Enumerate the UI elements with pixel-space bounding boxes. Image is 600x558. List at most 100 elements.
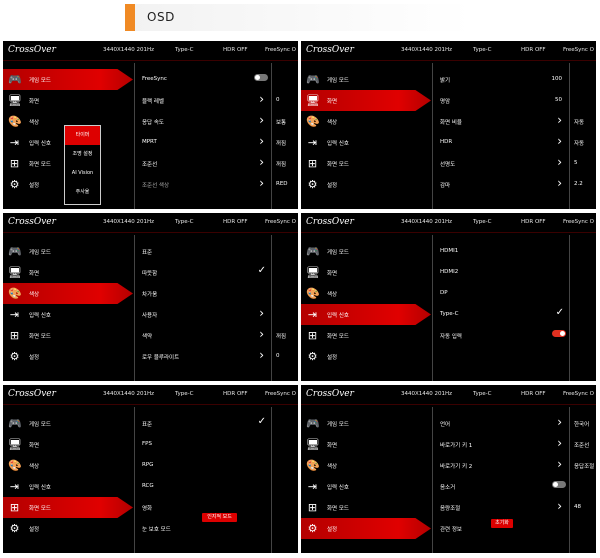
submenu-item[interactable]: 언어 › bbox=[434, 413, 584, 434]
submenu-item[interactable]: FreeSync bbox=[136, 69, 286, 90]
submenu-item[interactable]: 화면 비율 › bbox=[434, 111, 584, 132]
grid-icon: ⊞ bbox=[9, 157, 20, 170]
toggle-switch[interactable] bbox=[552, 330, 566, 337]
submenu-item[interactable]: 색약 › bbox=[136, 325, 286, 346]
submenu-item[interactable]: Type-C ✓ bbox=[434, 304, 584, 325]
submenu-item[interactable]: DP bbox=[434, 283, 584, 304]
submenu-item[interactable]: 밝기 100 bbox=[434, 69, 584, 90]
sidebar-item[interactable]: 🎨 색상 bbox=[301, 111, 431, 132]
submenu-item[interactable]: 사용자 › bbox=[136, 304, 286, 325]
sidebar-item[interactable]: 🖥 화면 bbox=[301, 90, 431, 111]
submenu-item-label: FPS bbox=[142, 441, 152, 447]
submenu-item[interactable]: 표준 ✓ bbox=[136, 413, 286, 434]
sidebar-item[interactable]: ⚙ 설정 bbox=[301, 346, 431, 367]
sidebar-item[interactable]: 🎮 게임 모드 bbox=[301, 241, 431, 262]
sidebar-item[interactable]: 🖥 화면 bbox=[3, 434, 133, 455]
gamepad-icon: 🎮 bbox=[8, 245, 22, 258]
submenu-item-label: 따뜻함 bbox=[142, 271, 158, 277]
sidebar-item[interactable]: 🎨 색상 bbox=[3, 283, 133, 304]
sidebar-item[interactable]: 🖥 화면 bbox=[3, 262, 133, 283]
chevron-right-icon: › bbox=[259, 348, 264, 362]
monitor-icon: 🖥 bbox=[306, 94, 320, 107]
sidebar-item-label: 설정 bbox=[327, 527, 338, 533]
sidebar-item[interactable]: 🖥 화면 bbox=[301, 434, 431, 455]
status-input: Type-C bbox=[175, 219, 194, 225]
sidebar-item[interactable]: 🎮 게임 모드 bbox=[301, 69, 431, 90]
submenu-item[interactable]: 표준 bbox=[136, 241, 286, 262]
sidebar-item[interactable]: 🎨 색상 bbox=[3, 455, 133, 476]
sidebar-item[interactable]: ⊞ 화면 모드 bbox=[3, 325, 133, 346]
submenu-item[interactable]: 자동 입력 bbox=[434, 325, 584, 346]
input-icon: ⇥ bbox=[9, 136, 20, 149]
sidebar-item-label: 입력 신호 bbox=[29, 141, 51, 147]
sidebar-item[interactable]: ⚙ 설정 bbox=[3, 518, 133, 539]
checkmark-icon: ✓ bbox=[257, 416, 266, 427]
sidebar-item[interactable]: 🎮 게임 모드 bbox=[3, 241, 133, 262]
osd-panel: CrossOver 3440X1440 201Hz Type-C HDR OFF Fre… bbox=[301, 213, 596, 381]
submenu-item[interactable]: HDR › bbox=[434, 132, 584, 153]
submenu-item[interactable]: HDMI1 bbox=[434, 241, 584, 262]
crossover-logo: CrossOver bbox=[8, 217, 56, 227]
sidebar-item-label: 색상 bbox=[29, 464, 40, 470]
sidebar-item[interactable]: 🎨 색상 bbox=[301, 455, 431, 476]
sidebar-item[interactable]: ⚙ 설정 bbox=[301, 518, 431, 539]
submenu-item[interactable]: 응답 속도 › bbox=[136, 111, 286, 132]
submenu-item[interactable]: MPRT › bbox=[136, 132, 286, 153]
submenu-item-label: 로우 블루라이트 bbox=[142, 355, 180, 361]
sidebar-item[interactable]: ⊞ 화면 모드 bbox=[301, 153, 431, 174]
status-freesync: FreeSync O bbox=[563, 47, 595, 53]
submenu-item[interactable]: 조준선 › bbox=[136, 153, 286, 174]
toggle-switch[interactable] bbox=[552, 481, 566, 488]
sidebar-item[interactable]: ⚙ 설정 bbox=[3, 346, 133, 367]
sidebar-item[interactable]: ⇥ 입력 신호 bbox=[3, 476, 133, 497]
sidebar-item[interactable]: 🖥 화면 bbox=[3, 90, 133, 111]
toggle-switch[interactable] bbox=[254, 74, 268, 81]
submenu-item[interactable]: 따뜻함 ✓ bbox=[136, 262, 286, 283]
submenu-item-label: 관련 정보 bbox=[440, 527, 462, 533]
submenu-item[interactable]: 음소거 bbox=[434, 476, 584, 497]
sidebar-item-label: 입력 신호 bbox=[29, 313, 51, 319]
submenu-item[interactable]: 바로가기 키 1 › bbox=[434, 434, 584, 455]
submenu-item[interactable]: 차가움 bbox=[136, 283, 286, 304]
sidebar-item[interactable]: ⊞ 화면 모드 bbox=[301, 325, 431, 346]
popup-menu-item[interactable]: 타이머 bbox=[65, 126, 100, 145]
sidebar-item[interactable]: ⊞ 화면 모드 bbox=[3, 497, 133, 518]
sidebar-item[interactable]: ⇥ 입력 신호 bbox=[301, 132, 431, 153]
submenu-item[interactable]: RCG bbox=[136, 476, 286, 497]
sidebar-item[interactable]: 🖥 화면 bbox=[301, 262, 431, 283]
sidebar-item-label: 화면 bbox=[29, 99, 40, 105]
popup-menu-item[interactable]: 주사율 bbox=[65, 183, 100, 202]
submenu-item[interactable]: RPG bbox=[136, 455, 286, 476]
sidebar-item[interactable]: 🎨 색상 bbox=[301, 283, 431, 304]
sidebar-item[interactable]: ⇥ 입력 신호 bbox=[301, 304, 431, 325]
status-freesync: FreeSync O bbox=[265, 391, 297, 397]
sidebar-item[interactable]: 🎮 게임 모드 bbox=[3, 69, 133, 90]
submenu-item[interactable]: 블랙 레벨 › bbox=[136, 90, 286, 111]
submenu-item-value: 100 bbox=[551, 76, 563, 82]
submenu-item[interactable]: HDMI2 bbox=[434, 262, 584, 283]
sidebar-item-label: 설정 bbox=[29, 355, 40, 361]
popup-menu-item[interactable]: AI Vision bbox=[65, 164, 100, 183]
submenu-item[interactable]: 감마 › bbox=[434, 174, 584, 195]
sidebar-item[interactable]: ⊞ 화면 모드 bbox=[301, 497, 431, 518]
submenu-item[interactable]: 로우 블루라이트 › bbox=[136, 346, 286, 367]
submenu-item[interactable]: 명암 50 bbox=[434, 90, 584, 111]
submenu-item[interactable]: 조준선 색상 › bbox=[136, 174, 286, 195]
submenu-item-label: 음소거 bbox=[440, 485, 456, 491]
submenu-item-label: 블랙 레벨 bbox=[142, 99, 164, 105]
status-hdr: HDR OFF bbox=[223, 391, 248, 397]
submenu-item-label: 표준 bbox=[142, 422, 153, 428]
status-hdr: HDR OFF bbox=[223, 47, 248, 53]
submenu-item[interactable]: 바로가기 키 2 › bbox=[434, 455, 584, 476]
sidebar-item[interactable]: 🎮 게임 모드 bbox=[301, 413, 431, 434]
submenu-item[interactable]: 선명도 › bbox=[434, 153, 584, 174]
sidebar-item[interactable]: 🎮 게임 모드 bbox=[3, 413, 133, 434]
submenu-item[interactable]: 음량조절 › bbox=[434, 497, 584, 518]
sidebar-item[interactable]: ⇥ 입력 신호 bbox=[301, 476, 431, 497]
popup-menu-item[interactable]: 조명 설정 bbox=[65, 145, 100, 164]
sidebar-item[interactable]: ⚙ 설정 bbox=[301, 174, 431, 195]
sidebar-item-label: 게임 모드 bbox=[29, 422, 51, 428]
submenu-item[interactable]: FPS bbox=[136, 434, 286, 455]
status-hdr: HDR OFF bbox=[223, 219, 248, 225]
sidebar-item[interactable]: ⇥ 입력 신호 bbox=[3, 304, 133, 325]
